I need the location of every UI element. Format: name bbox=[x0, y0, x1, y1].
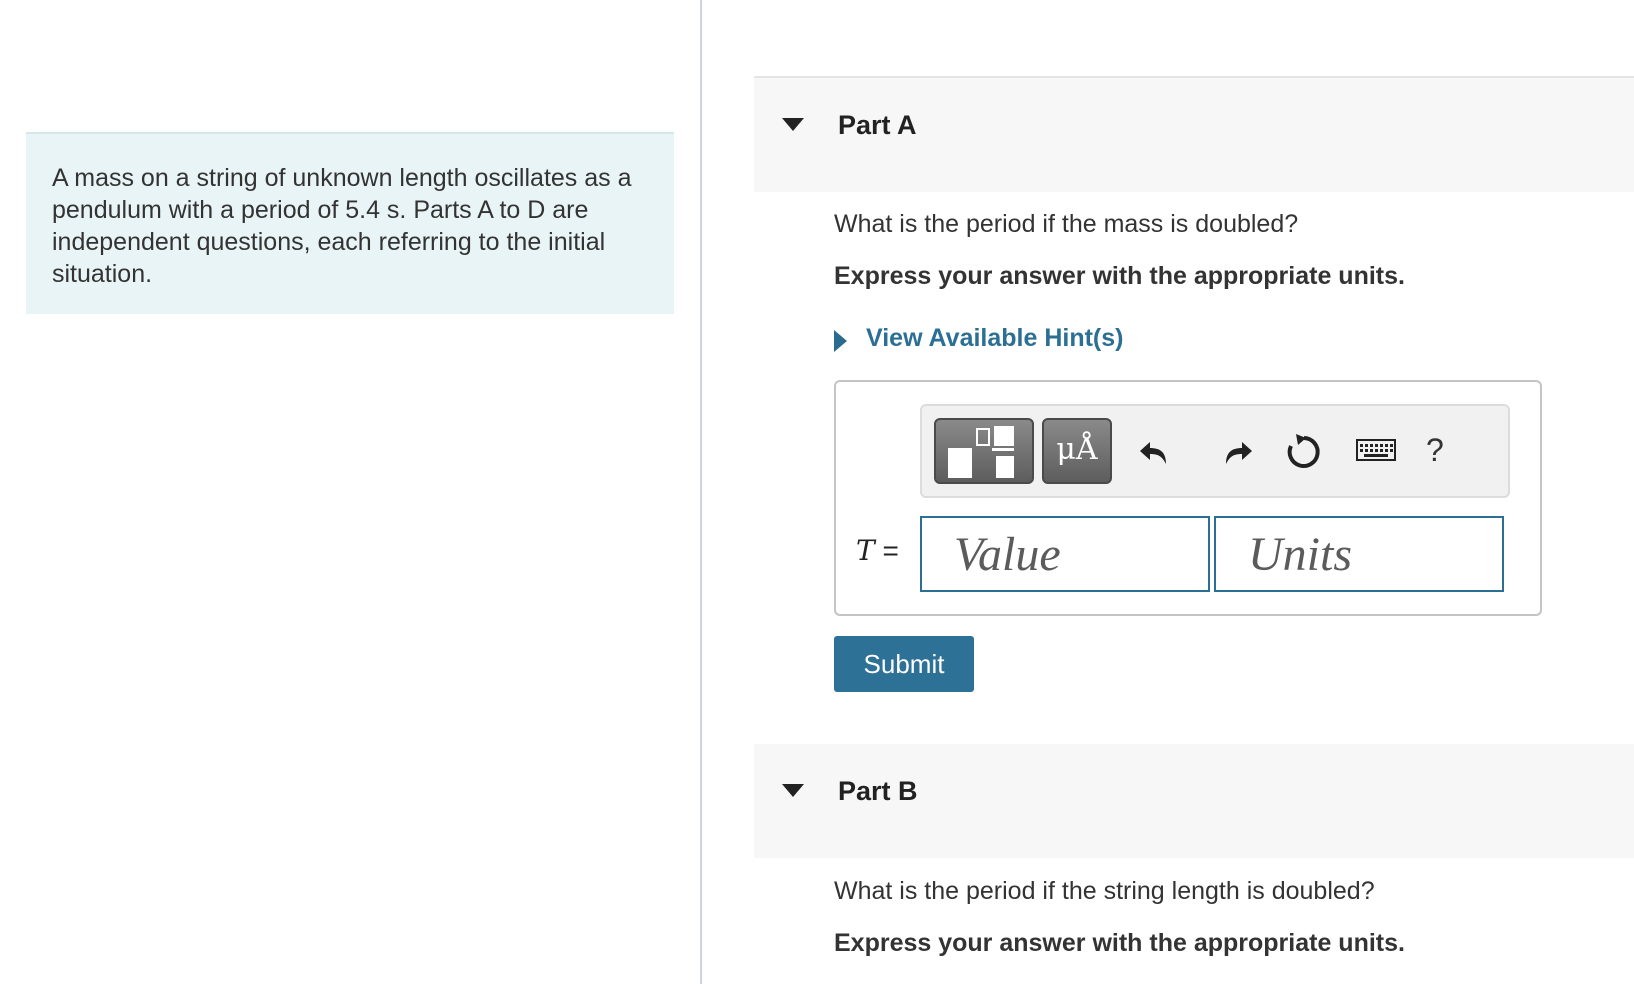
part-a-instruction: Express your answer with the appropriate… bbox=[834, 262, 1405, 290]
problem-text: A mass on a string of unknown length osc… bbox=[52, 164, 632, 288]
help-icon[interactable]: ? bbox=[1426, 432, 1444, 469]
undo-icon[interactable] bbox=[1136, 430, 1180, 474]
answer-variable-label: T = bbox=[856, 534, 899, 567]
units-icon: μÅ bbox=[1056, 432, 1098, 467]
expand-caret-icon[interactable] bbox=[834, 330, 847, 352]
page: A mass on a string of unknown length osc… bbox=[0, 0, 1634, 984]
reset-icon[interactable] bbox=[1282, 430, 1326, 474]
view-hints-link[interactable]: View Available Hint(s) bbox=[866, 324, 1123, 353]
part-a-title: Part A bbox=[838, 110, 917, 140]
problem-column: A mass on a string of unknown length osc… bbox=[0, 0, 700, 984]
templates-button[interactable] bbox=[934, 418, 1034, 484]
part-a-question: What is the period if the mass is double… bbox=[834, 210, 1299, 238]
keyboard-icon[interactable] bbox=[1350, 430, 1404, 474]
part-b-title: Part B bbox=[838, 776, 918, 806]
part-b-instruction: Express your answer with the appropriate… bbox=[834, 929, 1405, 957]
redo-icon[interactable] bbox=[1212, 430, 1256, 474]
column-divider bbox=[700, 0, 702, 984]
variable-symbol: T bbox=[856, 534, 875, 567]
submit-button[interactable]: Submit bbox=[834, 636, 974, 692]
math-toolbar: μÅ ? bbox=[920, 404, 1510, 498]
units-button[interactable]: μÅ bbox=[1042, 418, 1112, 484]
part-b-header[interactable]: Part B bbox=[754, 744, 1634, 858]
value-input[interactable] bbox=[920, 516, 1210, 592]
part-a-header[interactable]: Part A bbox=[754, 76, 1634, 192]
part-b-question: What is the period if the string length … bbox=[834, 877, 1375, 905]
collapse-caret-icon[interactable] bbox=[782, 784, 804, 797]
units-input[interactable] bbox=[1214, 516, 1504, 592]
collapse-caret-icon[interactable] bbox=[782, 118, 804, 131]
equals-sign: = bbox=[874, 535, 899, 566]
answer-box: μÅ ? T = Value Units bbox=[834, 380, 1542, 616]
problem-statement-box: A mass on a string of unknown length osc… bbox=[26, 132, 674, 314]
